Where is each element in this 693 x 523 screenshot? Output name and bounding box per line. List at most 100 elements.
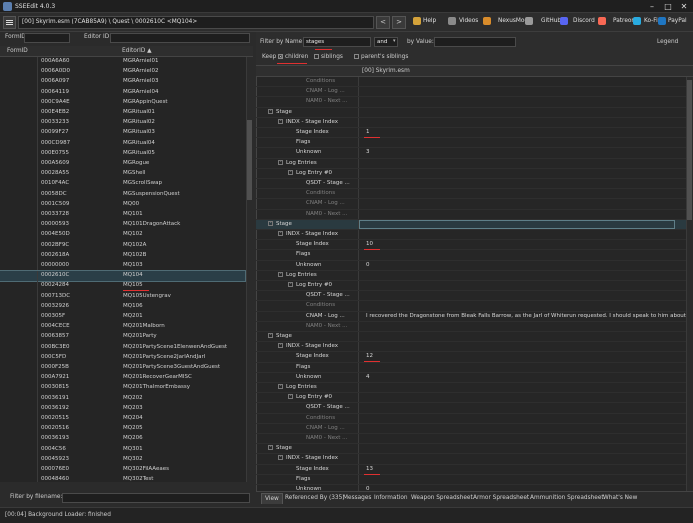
list-row[interactable]: 00033233 MGRitual02 (0, 118, 245, 129)
filter-value-input[interactable] (434, 37, 516, 47)
tree-row[interactable]: QSDT - Stage ... (256, 291, 686, 302)
list-row[interactable]: 00020515 MQ204 (0, 414, 245, 425)
collapse-toggle-icon[interactable]: - (288, 394, 293, 400)
tree-row[interactable]: Conditions (256, 77, 686, 88)
tree-row[interactable]: Stage Index 10 (256, 240, 686, 251)
list-row[interactable]: 00064119 MGRArniel04 (0, 87, 245, 98)
list-row[interactable]: 00000000 MQ103 (0, 261, 245, 272)
tree-row[interactable]: - INDX - Stage Index (256, 117, 686, 128)
help-link[interactable]: Help (423, 18, 436, 24)
collapse-toggle-icon[interactable]: - (288, 169, 293, 175)
list-row[interactable]: 0004E50D MQ102 (0, 230, 245, 241)
list-row[interactable]: 00028A55 MGShell (0, 169, 245, 180)
forward-button[interactable]: > (392, 16, 406, 29)
ko-fi-link[interactable]: Ko-Fi (644, 18, 658, 24)
list-row[interactable]: 0002610C MQ104 (0, 270, 246, 283)
list-row[interactable]: 000A6A60 MGRArniel01 (0, 57, 245, 68)
tree-row[interactable]: Unknown 4 (256, 372, 686, 383)
list-row[interactable]: 0006A0D0 MGRArniel02 (0, 67, 245, 78)
tree-row[interactable]: NAM0 - Next ... (256, 321, 686, 332)
list-row[interactable]: 00032926 MQ106 (0, 301, 245, 312)
tree-row[interactable]: Stage Index 13 (256, 464, 686, 475)
list-row[interactable]: 000076E0 MQ302FilAAeaes (0, 465, 245, 476)
tree-row[interactable]: - Stage (256, 332, 686, 343)
collapse-toggle-icon[interactable]: - (278, 231, 283, 236)
tree-row[interactable]: Flags (256, 138, 686, 149)
list-row[interactable]: 00033728 MQ101 (0, 210, 245, 221)
tab-view[interactable]: View (261, 493, 283, 504)
list-row[interactable]: 000E4EB2 MGRitual01 (0, 108, 245, 119)
column-editorid[interactable]: EditorID ▲ (122, 48, 152, 54)
list-row[interactable]: 0004C56 MQ301 (0, 444, 245, 455)
tree-row[interactable]: Conditions (256, 413, 686, 424)
plugin-column-header[interactable]: [00] Skyrim.esm (362, 68, 410, 74)
list-row[interactable]: 000E0755 MGRitual05 (0, 148, 245, 159)
tree-row[interactable]: - INDX - Stage Index (256, 454, 686, 465)
list-row[interactable]: 000C5FD MQ201PartyScene2JarlAndJarl (0, 352, 245, 363)
tree-row[interactable]: - Log Entry #0 (256, 393, 686, 404)
tree-row[interactable]: CNAM - Log ... (256, 87, 686, 98)
collapse-toggle-icon[interactable]: - (288, 282, 293, 287)
list-row[interactable]: 0002618A MQ102B (0, 250, 245, 261)
tree-row[interactable]: CNAM - Log ... (256, 423, 686, 434)
list-row[interactable]: 000C9A4E MGRAppinQuest (0, 97, 245, 108)
tab-referenced-by[interactable]: Referenced By (335) (285, 495, 345, 501)
list-row[interactable]: 0000F25B MQ201PartyScene3GuestAndGuest (0, 363, 245, 374)
list-row[interactable]: 00000593 MQ101DragonAttack (0, 220, 245, 231)
videos-link[interactable]: Videos (459, 18, 478, 24)
tree-row[interactable]: QSDT - Stage ... (256, 403, 686, 414)
tab-messages[interactable]: Messages (343, 495, 371, 501)
record-path-field[interactable]: [00] Skyrim.esm (7CAB85A9) \ Quest \ 000… (18, 16, 374, 29)
tree-row[interactable]: - Stage (256, 107, 686, 118)
column-formid[interactable]: FormID (7, 48, 28, 54)
discord-link[interactable]: Discord (573, 18, 595, 24)
list-row[interactable]: 00058DC MGSuspensionQuest (0, 189, 245, 200)
list-row[interactable]: 0002BF9C MQ102A (0, 240, 245, 251)
tab-armor-spreadsheet[interactable]: Armor Spreadsheet (473, 495, 529, 501)
filename-filter-input[interactable] (62, 493, 250, 503)
hamburger-menu-icon[interactable] (3, 16, 16, 29)
tree-row[interactable]: Flags (256, 474, 686, 485)
tree-row[interactable]: - INDX - Stage Index (256, 342, 686, 353)
keep-parents-siblings-checkbox[interactable]: parent's siblings (354, 54, 408, 60)
tree-row[interactable]: - Log Entries (256, 270, 686, 281)
tree-row[interactable]: Stage Index 1 (256, 128, 686, 139)
tree-row[interactable]: Conditions (256, 301, 686, 312)
list-row[interactable]: 0010F4AC MGScrollSwap (0, 179, 245, 190)
tree-row[interactable]: QSDT - Stage ... (256, 179, 686, 190)
keep-children-checkbox[interactable]: ✕ children (278, 54, 308, 60)
close-icon[interactable]: ✕ (678, 1, 690, 12)
selected-value-cell[interactable] (359, 219, 675, 229)
tree-row[interactable]: CNAM - Log ... (256, 199, 686, 210)
list-row[interactable]: 000A7921 MQ201RecoverGearMISC (0, 373, 245, 384)
tree-row[interactable]: Stage Index 12 (256, 352, 686, 363)
tab-ammunition-spreadsheet[interactable]: Ammunition Spreadsheet (530, 495, 604, 501)
tree-row[interactable]: Conditions (256, 189, 686, 200)
keep-siblings-checkbox[interactable]: siblings (314, 54, 343, 60)
list-row[interactable]: 00036192 MQ203 (0, 403, 245, 414)
collapse-toggle-icon[interactable]: - (278, 343, 283, 349)
list-row[interactable]: 00036191 MQ202 (0, 393, 245, 404)
tab-whats-new[interactable]: What's New (603, 495, 637, 501)
editorid-filter-input[interactable] (110, 33, 250, 43)
list-row[interactable]: 00020516 MQ205 (0, 424, 245, 435)
list-row[interactable]: 0001C509 MQ00 (0, 199, 245, 210)
list-row[interactable]: 000713DC MQ105Ustengrav (0, 291, 245, 302)
list-scrollbar-thumb[interactable] (247, 120, 252, 200)
tab-information[interactable]: Information (374, 495, 408, 501)
list-row[interactable]: 000BC3E0 MQ201PartyScene1ElenwenAndGuest (0, 342, 245, 353)
tree-row[interactable]: CNAM - Log ... I recovered the Dragonston… (256, 311, 686, 322)
collapse-toggle-icon[interactable]: - (278, 455, 283, 461)
tree-row[interactable]: - Stage (256, 444, 686, 455)
filter-name-input[interactable]: stages (303, 37, 371, 47)
tree-row[interactable]: NAM0 - Next ... (256, 209, 686, 220)
minimize-icon[interactable]: – (646, 1, 658, 12)
tree-row[interactable]: - Log Entries (256, 383, 686, 394)
tree-row[interactable]: Flags (256, 250, 686, 261)
collapse-toggle-icon[interactable]: - (268, 445, 273, 451)
collapse-toggle-icon[interactable]: - (268, 108, 273, 114)
tree-row[interactable]: Unknown 3 (256, 148, 686, 159)
list-row[interactable]: 00030815 MQ201ThalmorEmbassy (0, 383, 245, 394)
maximize-icon[interactable]: □ (662, 1, 674, 12)
paypal-link[interactable]: PayPal (668, 18, 687, 24)
